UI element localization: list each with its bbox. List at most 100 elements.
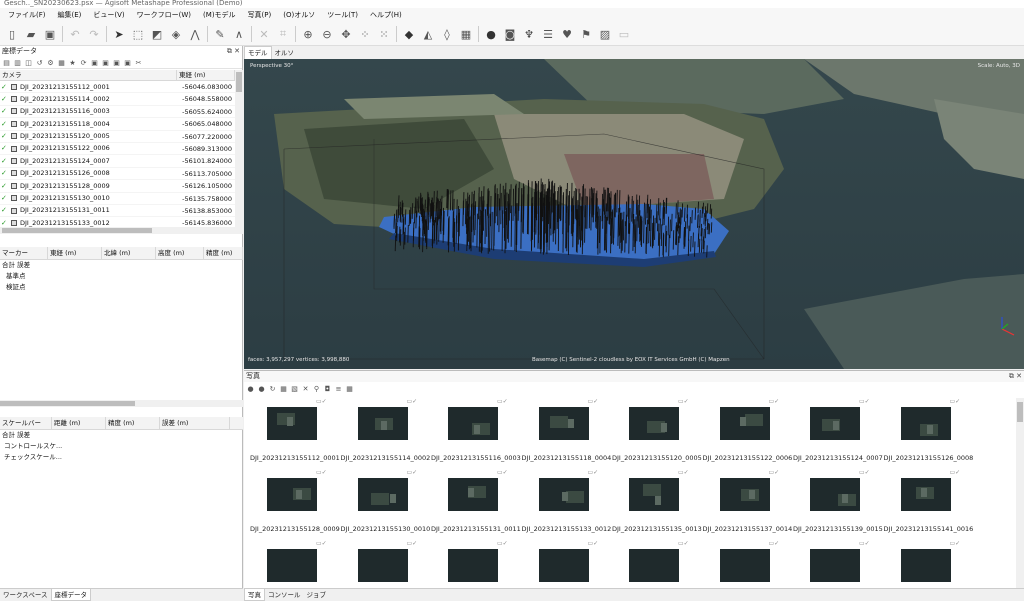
menu-model[interactable]: (M)モデル xyxy=(197,8,242,23)
camera-row[interactable]: ✓ DJI_20231213155120_0005 -56077.220000 xyxy=(0,131,243,143)
path-icon[interactable]: ∧ xyxy=(230,25,248,43)
photos-vscroll[interactable] xyxy=(1016,398,1024,588)
camera-row[interactable]: ✓ DJI_20231213155131_0011 -56138.853000 xyxy=(0,205,243,218)
col-marker-alt[interactable]: 高度 (m) xyxy=(156,247,204,259)
table-icon[interactable]: ▦ xyxy=(57,58,66,67)
export-icon[interactable]: ▥ xyxy=(13,58,22,67)
photo-thumbnail[interactable] xyxy=(810,549,860,582)
select-arrow-icon[interactable]: ➤ xyxy=(110,25,128,43)
mask-icon[interactable]: ◘ xyxy=(323,384,332,393)
zoom-in-icon[interactable]: ⊕ xyxy=(299,25,317,43)
photo-thumbnail[interactable] xyxy=(357,549,408,582)
model-icon[interactable]: ◭ xyxy=(419,25,437,43)
photo-thumbnail[interactable] xyxy=(267,407,317,440)
view-variance-icon[interactable]: ▣ xyxy=(123,58,132,67)
checkbox-icon[interactable]: ✓ xyxy=(1,131,8,142)
menu-workflow[interactable]: ワークフロー(W) xyxy=(131,8,197,23)
camera-row[interactable]: ✓ DJI_20231213155118_0004 -56065.048000 xyxy=(0,118,243,131)
camera-row[interactable]: ✓ DJI_20231213155112_0001 -56046.083000 xyxy=(0,81,243,94)
camera-row[interactable]: ✓ DJI_20231213155128_0009 -56126.105000 xyxy=(0,180,243,193)
drone-icon[interactable]: ♆ xyxy=(520,25,538,43)
move-icon[interactable]: ✥ xyxy=(337,25,355,43)
cameras-vscroll[interactable] xyxy=(235,70,243,234)
region-icon[interactable]: ◩ xyxy=(148,25,166,43)
photo-thumbnail[interactable] xyxy=(448,478,498,511)
camera-row[interactable]: ✓ DJI_20231213155126_0008 -56113.705000 xyxy=(0,168,243,181)
checkbox-icon[interactable]: ✓ xyxy=(1,93,8,104)
image-icon[interactable]: ▨ xyxy=(596,25,614,43)
checkbox-icon[interactable]: ✓ xyxy=(1,168,8,179)
photos-float-close-icon[interactable]: ⧉ ✕ xyxy=(1009,371,1022,382)
col-marker[interactable]: マーカー xyxy=(0,247,48,259)
photo-thumbnail[interactable] xyxy=(629,407,679,440)
menu-photo[interactable]: 写真(P) xyxy=(242,8,278,23)
photo-thumbnail[interactable] xyxy=(900,407,951,440)
col-scalebar-error[interactable]: 誤差 (m) xyxy=(160,417,230,429)
tab-reference[interactable]: 座標データ xyxy=(50,589,92,601)
tab-console[interactable]: コンソール xyxy=(265,589,304,601)
grid-icon[interactable]: ⁙ xyxy=(375,25,393,43)
menu-file[interactable]: ファイル(F) xyxy=(2,8,52,23)
col-east[interactable]: 東経 (m) xyxy=(177,70,235,80)
col-distance[interactable]: 距離 (m) xyxy=(52,417,106,429)
photo-thumbnail[interactable] xyxy=(629,549,679,582)
tag-icon[interactable]: ◊ xyxy=(438,25,456,43)
import-icon[interactable]: ▤ xyxy=(2,58,11,67)
photo-thumbnail[interactable] xyxy=(810,478,860,511)
checkbox-icon[interactable]: ✓ xyxy=(1,143,8,154)
camera-row[interactable]: ✓ DJI_20231213155124_0007 -56101.824000 xyxy=(0,155,243,168)
crop-icon[interactable]: ⌗ xyxy=(274,25,292,43)
rect-select-icon[interactable]: ⬚ xyxy=(129,25,147,43)
flag-icon[interactable]: ⚑ xyxy=(577,25,595,43)
photo-grid-icon[interactable]: ▦ xyxy=(279,384,288,393)
menu-ortho[interactable]: (O)オルソ xyxy=(277,8,321,23)
checkbox-icon[interactable]: ✓ xyxy=(1,106,8,117)
zoom-out-icon[interactable]: ⊖ xyxy=(318,25,336,43)
view-estimated-icon[interactable]: ▣ xyxy=(101,58,110,67)
camera-row[interactable]: ✓ DJI_20231213155122_0006 -56089.313000 xyxy=(0,143,243,156)
photo-thumbnail[interactable] xyxy=(357,478,408,511)
camera-row[interactable]: ✓ DJI_20231213155116_0003 -56055.624000 xyxy=(0,106,243,119)
camera-row[interactable]: ✓ DJI_20231213155130_0010 -56135.758000 xyxy=(0,193,243,205)
delete-icon[interactable]: ✕ xyxy=(255,25,273,43)
col-marker-accuracy[interactable]: 精度 (m) xyxy=(204,247,243,259)
tab-jobs[interactable]: ジョブ xyxy=(304,589,330,601)
markers-total-error[interactable]: 合計 誤差 xyxy=(0,260,243,271)
rotate-icon[interactable]: ↻ xyxy=(268,384,277,393)
cameras-hscroll[interactable] xyxy=(0,227,235,234)
photo-thumbnail[interactable] xyxy=(448,549,498,582)
photo-thumbnail[interactable] xyxy=(719,407,770,440)
photo-thumbnail[interactable] xyxy=(538,407,589,440)
menu-edit[interactable]: 編集(E) xyxy=(52,8,88,23)
photo-thumbnail[interactable] xyxy=(357,407,408,440)
scalebars-check[interactable]: チェックスケール... xyxy=(0,452,243,463)
undo-icon[interactable]: ↶ xyxy=(66,25,84,43)
menu-help[interactable]: ヘルプ(H) xyxy=(364,8,408,23)
col-marker-east[interactable]: 東経 (m) xyxy=(48,247,102,259)
remove-icon[interactable]: ✕ xyxy=(301,384,310,393)
tab-photos[interactable]: 写真 xyxy=(244,589,265,601)
checkbox-icon[interactable]: ✓ xyxy=(1,81,8,92)
tab-model[interactable]: モデル xyxy=(244,46,272,59)
photo-thumbnail[interactable] xyxy=(719,478,770,511)
filter-icon[interactable]: ⚲ xyxy=(312,384,321,393)
settings-icon[interactable]: ⚙ xyxy=(46,58,55,67)
cameras-vscroll-thumb[interactable] xyxy=(236,72,242,92)
convert-icon[interactable]: ◫ xyxy=(24,58,33,67)
scalebars-total-error[interactable]: 合計 誤差 xyxy=(0,430,243,441)
view-errors-icon[interactable]: ▣ xyxy=(112,58,121,67)
new-file-icon[interactable]: ▯ xyxy=(3,25,21,43)
col-scalebar[interactable]: スケールバー xyxy=(0,417,52,429)
model-viewport[interactable]: Perspective 30° Scale: Auto, 3D faces: 3… xyxy=(244,59,1024,369)
thumbnail-view-icon[interactable]: ▦ xyxy=(345,384,354,393)
photo-thumbnail[interactable] xyxy=(719,549,770,582)
screen-icon[interactable]: ▭ xyxy=(615,25,633,43)
checkbox-icon[interactable]: ✓ xyxy=(1,118,8,129)
cameras-hscroll-thumb[interactable] xyxy=(2,228,152,233)
markers-check-points[interactable]: 検証点 xyxy=(0,282,243,293)
markers-control-points[interactable]: 基準点 xyxy=(0,271,243,282)
paint-icon[interactable]: ◈ xyxy=(167,25,185,43)
tab-ortho[interactable]: オルソ xyxy=(272,47,298,59)
polyline-icon[interactable]: ⋀ xyxy=(186,25,204,43)
points-icon[interactable]: ⁘ xyxy=(356,25,374,43)
